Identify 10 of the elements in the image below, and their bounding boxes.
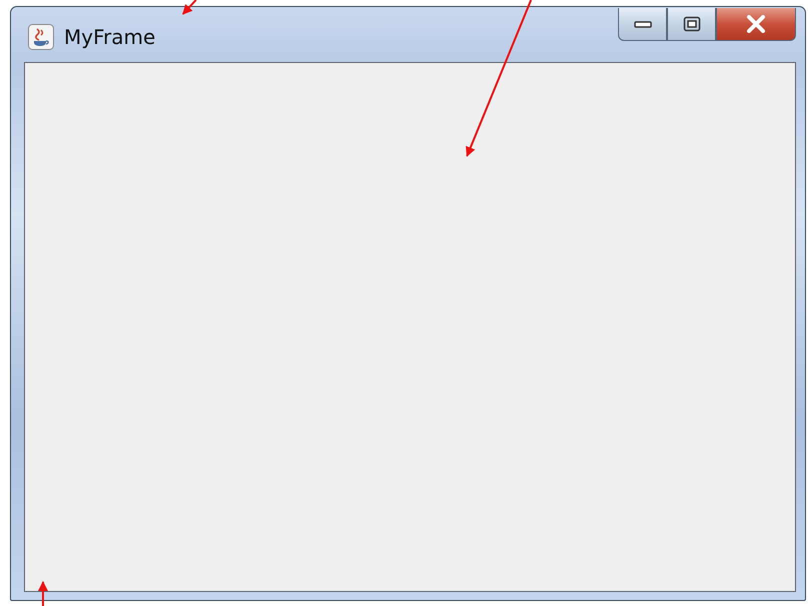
maximize-button[interactable] bbox=[667, 8, 716, 41]
annotation-arrow bbox=[38, 581, 48, 606]
close-icon bbox=[745, 15, 767, 33]
minimize-icon bbox=[634, 19, 652, 29]
coffee-cup-icon bbox=[28, 24, 54, 50]
close-button[interactable] bbox=[716, 8, 796, 41]
maximize-icon bbox=[682, 16, 700, 32]
annotation-arrow bbox=[182, 0, 197, 15]
minimize-button[interactable] bbox=[618, 8, 667, 41]
window-title: MyFrame bbox=[64, 24, 156, 48]
